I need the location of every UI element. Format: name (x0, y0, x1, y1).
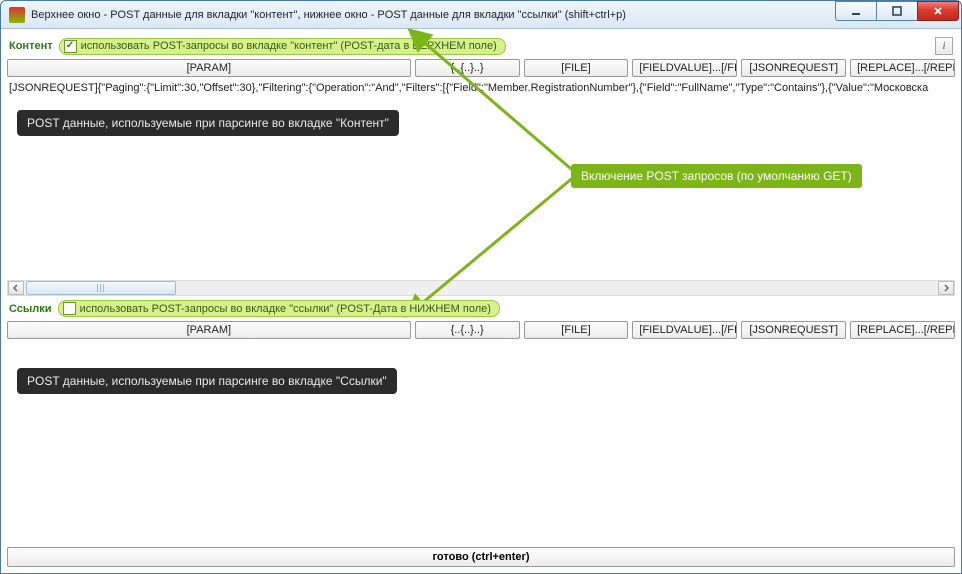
done-button[interactable]: готово (ctrl+enter) (7, 547, 955, 567)
links-braces-button[interactable]: {..{..}..} (415, 321, 520, 339)
content-param-button[interactable]: [PARAM] (7, 59, 411, 77)
links-callout: POST данные, используемые при парсинге в… (17, 368, 397, 394)
content-braces-button[interactable]: {..{..}..} (415, 59, 520, 77)
info-button[interactable]: i (935, 37, 953, 55)
app-icon (9, 7, 25, 23)
links-checkbox-label: использовать POST-запросы во вкладке "сс… (80, 303, 491, 315)
content-horizontal-scrollbar[interactable] (7, 280, 955, 296)
chevron-left-icon (12, 284, 20, 292)
content-replace-button[interactable]: [REPLACE]...[/REPLACE] (850, 59, 955, 77)
links-checkbox-pill: использовать POST-запросы во вкладке "сс… (58, 300, 500, 317)
content-button-row: [PARAM] {..{..}..} [FILE] [FIELDVALUE]..… (7, 59, 955, 80)
scroll-right-button[interactable] (938, 281, 954, 295)
maximize-icon (891, 5, 903, 17)
content-checkbox-pill: использовать POST-запросы во вкладке "ко… (59, 38, 506, 55)
maximize-button[interactable] (876, 1, 918, 21)
scroll-track[interactable] (24, 281, 938, 295)
content-section-label: Контент (9, 40, 53, 52)
close-button[interactable] (917, 1, 959, 21)
links-replace-button[interactable]: [REPLACE]...[/REPLACE] (850, 321, 955, 339)
content-jsonrequest-button[interactable]: [JSONREQUEST] (741, 59, 846, 77)
content-body-text[interactable]: [JSONREQUEST]{"Paging":{"Limit":30,"Offs… (7, 80, 955, 96)
window-title: Верхнее окно - POST данные для вкладки "… (31, 9, 626, 21)
minimize-button[interactable] (835, 1, 877, 21)
content-file-button[interactable]: [FILE] (524, 59, 629, 77)
content-checkbox-label: использовать POST-запросы во вкладке "ко… (81, 40, 497, 52)
links-param-button[interactable]: [PARAM] (7, 321, 411, 339)
links-section-header: Ссылки использовать POST-запросы во вкла… (7, 296, 955, 321)
enable-post-callout: Включение POST запросов (по умолчанию GE… (571, 164, 862, 188)
links-jsonrequest-button[interactable]: [JSONREQUEST] (741, 321, 846, 339)
window-controls (836, 1, 959, 21)
links-button-row: [PARAM] {..{..}..} [FILE] [FIELDVALUE]..… (7, 321, 955, 342)
app-window: Верхнее окно - POST данные для вкладки "… (0, 0, 962, 574)
content-fieldvalue-button[interactable]: [FIELDVALUE]...[/FIELDVALUE] (632, 59, 737, 77)
content-text-area[interactable]: POST данные, используемые при парсинге в… (7, 96, 955, 280)
scroll-thumb[interactable] (26, 281, 176, 295)
content-section-header: Контент использовать POST-запросы во вкл… (7, 35, 955, 59)
close-icon (932, 5, 944, 17)
scroll-left-button[interactable] (8, 281, 24, 295)
content-use-post-checkbox[interactable] (64, 40, 77, 53)
links-use-post-checkbox[interactable] (63, 302, 76, 315)
links-section-label: Ссылки (9, 303, 52, 315)
client-area: Контент использовать POST-запросы во вкл… (1, 29, 961, 573)
links-fieldvalue-button[interactable]: [FIELDVALUE]...[/FIELDVALUE] (632, 321, 737, 339)
content-callout: POST данные, используемые при парсинге в… (17, 110, 399, 136)
links-text-area[interactable]: POST данные, используемые при парсинге в… (7, 342, 955, 498)
scroll-grip (97, 284, 105, 292)
titlebar[interactable]: Верхнее окно - POST данные для вкладки "… (1, 1, 961, 29)
links-file-button[interactable]: [FILE] (524, 321, 629, 339)
minimize-icon (850, 5, 862, 17)
chevron-right-icon (942, 284, 950, 292)
